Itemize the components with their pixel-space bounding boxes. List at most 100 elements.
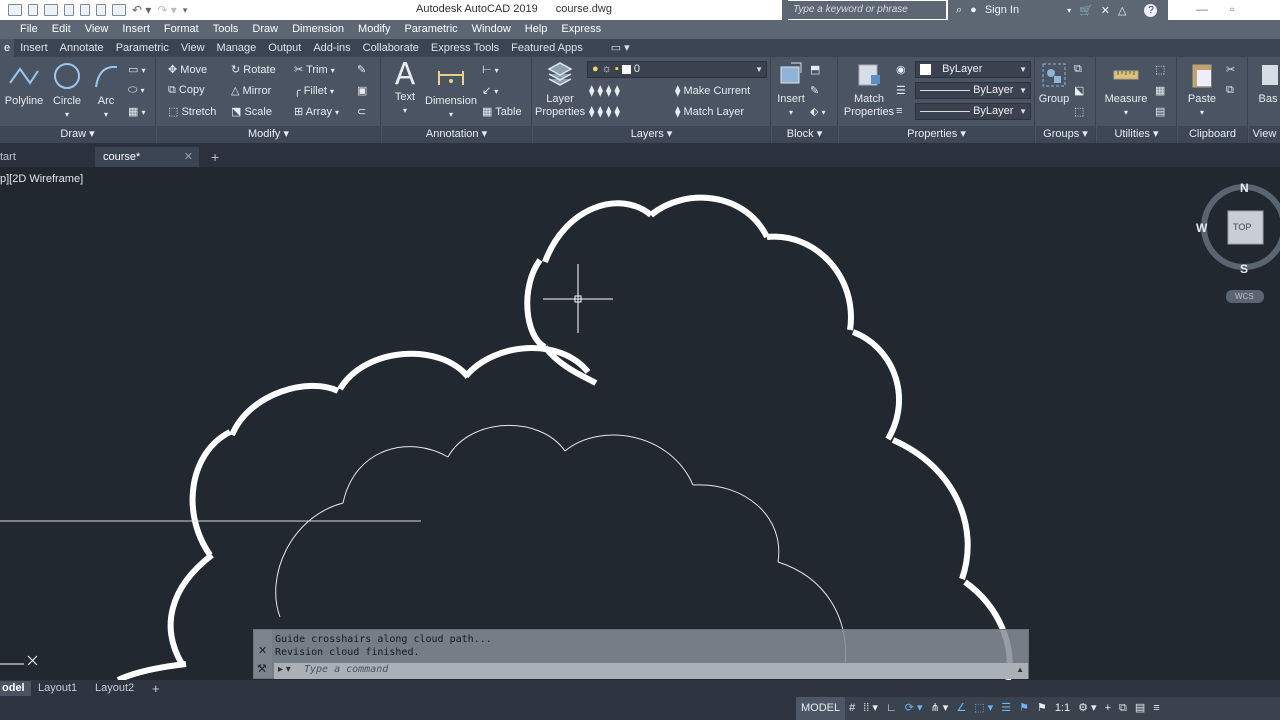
tab-home[interactable]: e [0,39,15,57]
command-input[interactable]: ▸ ▾ Type a command ▲ [274,663,1028,679]
customize-qat-icon[interactable]: ▾ [183,5,188,16]
circle-button[interactable]: Circle ▾ [48,61,86,121]
dimension-button[interactable]: Dimension ▾ [424,61,478,121]
hardware-accel-icon[interactable]: ▤ [1131,697,1149,720]
insert-dropdown-icon[interactable]: ▾ [774,106,808,119]
table-button[interactable]: ▦ Table [482,105,522,118]
binoculars-icon[interactable]: ⌕ [956,4,962,17]
panel-clipboard-title[interactable]: Clipboard [1178,126,1247,143]
menu-dimension[interactable]: Dimension [285,20,351,39]
paste-button[interactable]: Paste ▾ [1182,61,1222,119]
menu-help[interactable]: Help [518,20,555,39]
stretch-button[interactable]: ⬚ Stretch [168,105,216,118]
id-point-icon[interactable]: ▤ [1155,105,1165,118]
customize-wrench-icon[interactable]: ⚒ [257,662,267,675]
leader-icon[interactable]: ⊢ ▾ [482,63,499,76]
isodraft-icon[interactable]: ⋔ ▾ [927,697,953,720]
copy-button[interactable]: ⧉ Copy [168,84,205,97]
tab-featured-apps[interactable]: Featured Apps [505,39,589,57]
plus-icon[interactable]: + [1101,697,1115,720]
sign-in-button[interactable]: Sign In [985,4,1019,16]
measure-dropdown-icon[interactable]: ▾ [1101,106,1151,119]
grid-icon[interactable]: # [845,697,859,720]
menu-draw[interactable]: Draw [245,20,285,39]
tab-course[interactable]: course* ✕ [95,147,199,167]
layer-dropdown[interactable]: ● ☼ ▪ 0 ▼ [587,61,767,78]
make-current-button[interactable]: ⧫ Make Current [675,84,750,97]
layer-properties-button[interactable]: Layer Properties [535,61,585,119]
undo-icon[interactable]: ↶ ▾ [132,3,151,17]
calculator-icon[interactable]: ▦ [1155,84,1165,97]
dimension-dropdown-icon[interactable]: ▾ [424,108,478,121]
tab-insert[interactable]: Insert [14,39,54,57]
panel-groups-title[interactable]: Groups ▾ [1036,126,1095,143]
menu-window[interactable]: Window [465,20,518,39]
panel-modify-title[interactable]: Modify ▾ [157,126,380,143]
compass-south[interactable]: S [1240,262,1248,276]
panel-properties-title[interactable]: Properties ▾ [839,126,1034,143]
cut-icon[interactable]: ✂ [1226,63,1235,76]
save-as-icon[interactable] [80,4,90,16]
panel-layers-title[interactable]: Layers ▾ [533,126,770,143]
ribbon-toggle-icon[interactable]: ▭ ▾ [605,39,636,57]
array-button[interactable]: ⊞ Array ▾ [294,105,339,118]
tab-parametric[interactable]: Parametric [110,39,175,57]
panel-view-title[interactable]: View [1249,126,1280,143]
new-tab-icon[interactable]: + [203,147,231,167]
user-icon[interactable]: ● [970,4,977,16]
a360-icon[interactable]: △ [1118,4,1126,17]
customize-status-icon[interactable]: ≡ [1149,697,1163,720]
menu-edit[interactable]: Edit [45,20,78,39]
arc-dropdown-icon[interactable]: ▾ [90,108,122,121]
menu-tools[interactable]: Tools [206,20,246,39]
new-file-icon[interactable] [28,4,38,16]
viewcube[interactable]: N S W TOP WCS [1196,178,1280,308]
tab-start[interactable]: tart [0,147,92,167]
tab-view[interactable]: View [175,39,211,57]
compass-west[interactable]: W [1196,221,1207,235]
create-block-icon[interactable]: ⬒ [810,63,820,76]
cart-icon[interactable]: 🛒 [1079,4,1093,17]
tab-layout1[interactable]: Layout1 [32,681,83,696]
color-wheel-icon[interactable]: ◉ [896,63,906,76]
isolate-icon[interactable]: ⧉ [1115,697,1131,720]
menu-view[interactable]: View [78,20,116,39]
search-input[interactable]: Type a keyword or phrase [788,1,946,19]
rectangle-icon[interactable]: ▭ ▾ [128,63,145,76]
group-select-icon[interactable]: ⬚ [1074,105,1084,118]
sign-in-dropdown-icon[interactable]: ▾ [1067,6,1071,15]
save-icon[interactable] [64,4,74,16]
lineweight-icon[interactable]: ≡ [896,105,902,117]
web-mobile-icon[interactable] [96,4,106,16]
tab-express-tools[interactable]: Express Tools [425,39,505,57]
command-history-toggle-icon[interactable]: ▲ [1016,665,1024,674]
move-button[interactable]: ✥ Move [168,63,207,76]
copy-clip-icon[interactable]: ⧉ [1226,84,1234,97]
layer-tools-row2[interactable]: ⧫ ⧫ ⧫ ⧫ [589,105,620,118]
lineweight-dropdown[interactable]: ByLayer ▼ [915,103,1031,120]
match-layer-button[interactable]: ⧫ Match Layer [675,105,744,118]
linetype-icon[interactable]: ☰ [896,84,906,97]
menu-modify[interactable]: Modify [351,20,397,39]
drawing-canvas[interactable]: p][2D Wireframe] [0,167,1280,680]
arc-button[interactable]: Arc ▾ [90,61,122,121]
tab-annotate[interactable]: Annotate [54,39,110,57]
mirror-button[interactable]: △ Mirror [231,84,271,97]
rotate-button[interactable]: ↻ Rotate [231,63,276,76]
help-icon[interactable]: ? [1144,3,1158,17]
tab-addins[interactable]: Add-ins [307,39,356,57]
circle-dropdown-icon[interactable]: ▾ [48,108,86,121]
paste-dropdown-icon[interactable]: ▾ [1182,106,1222,119]
compass-north[interactable]: N [1240,181,1249,195]
ortho-icon[interactable]: ∟ [882,697,901,720]
block-attribute-icon[interactable]: ⬖ ▾ [810,105,826,118]
workspace-gear-icon[interactable]: ⚙ ▾ [1074,697,1100,720]
tab-manage[interactable]: Manage [211,39,263,57]
group-edit-icon[interactable]: ⬕ [1074,84,1084,97]
tab-model[interactable]: odel [0,681,31,696]
minimize-icon[interactable]: — [1196,2,1208,16]
tab-output[interactable]: Output [262,39,307,57]
color-dropdown[interactable]: ByLayer ▼ [915,61,1031,78]
menu-format[interactable]: Format [157,20,206,39]
open-folder-icon[interactable] [44,4,58,16]
